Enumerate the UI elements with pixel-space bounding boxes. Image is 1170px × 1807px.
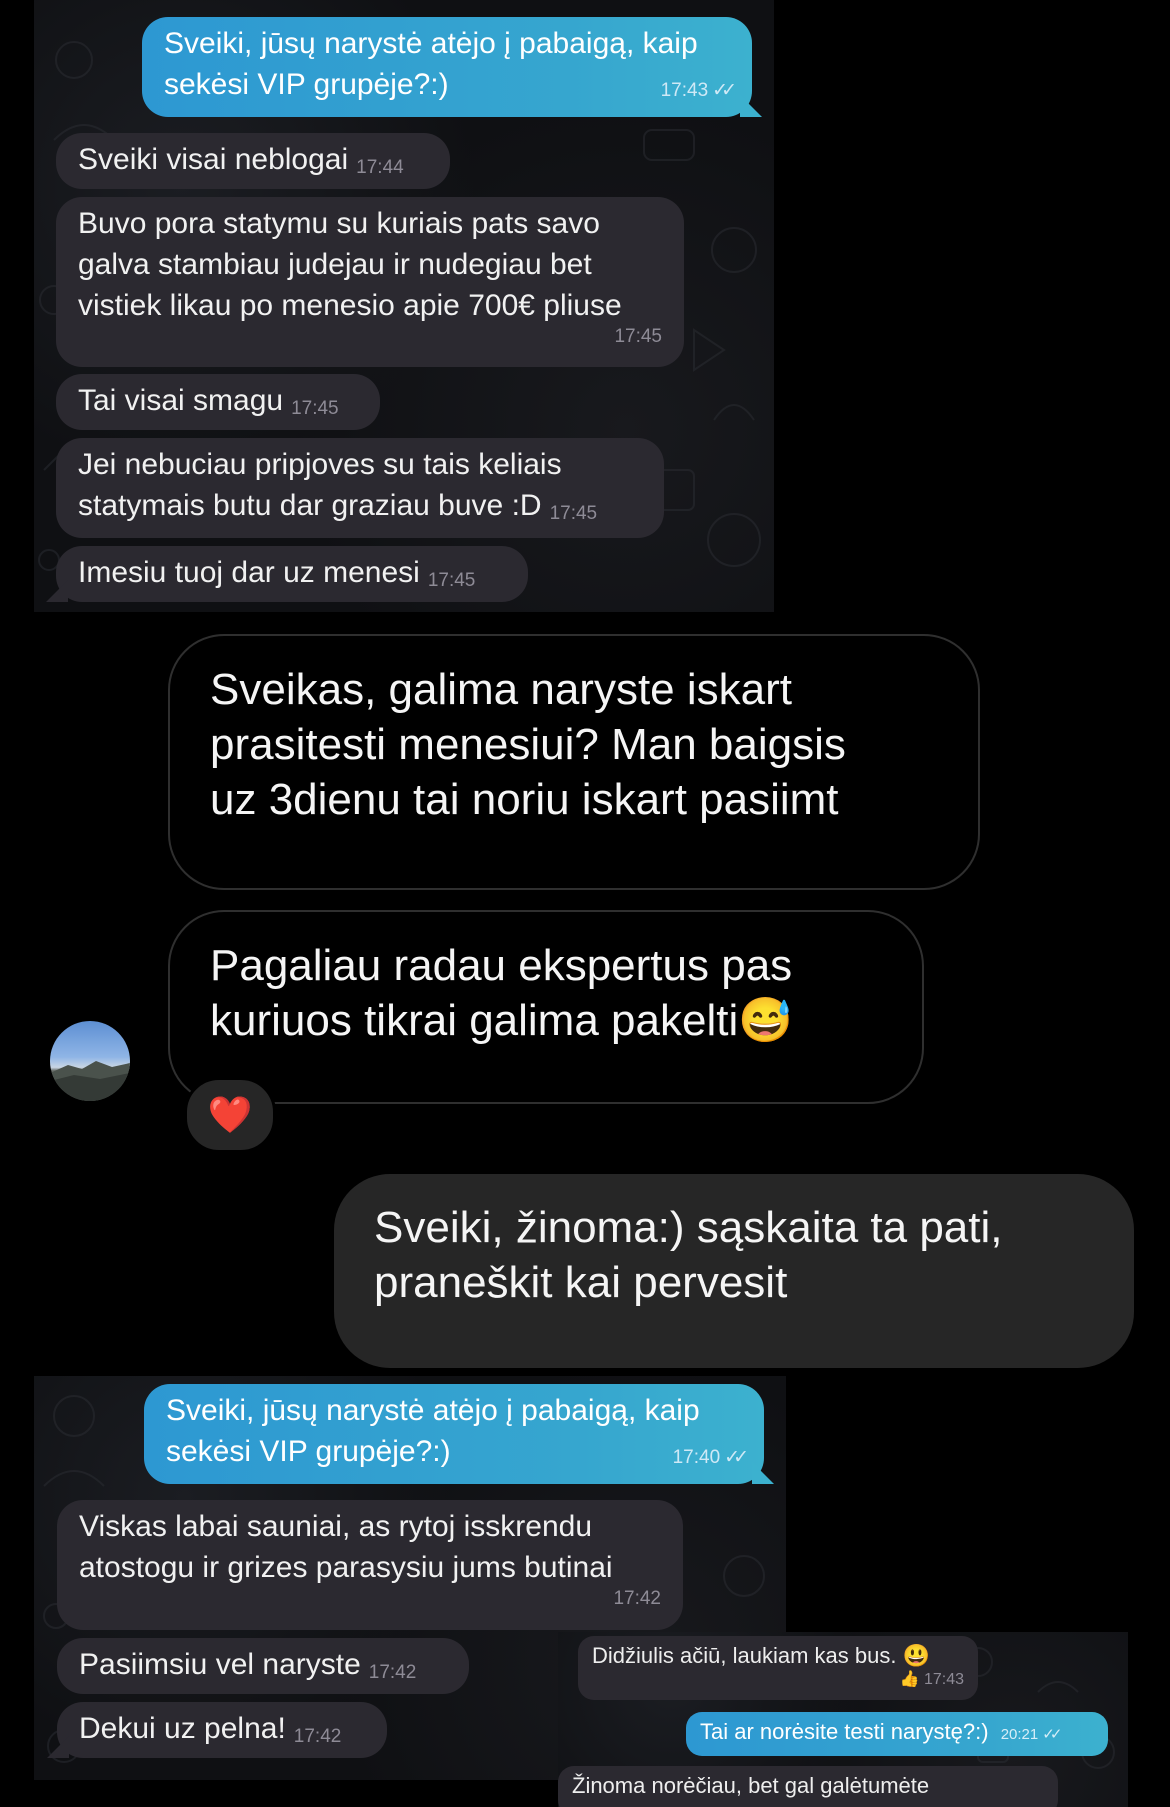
message-text: Dekui uz pelna! bbox=[79, 1712, 286, 1745]
message-incoming[interactable]: Buvo pora statymu su kuriais pats savo g… bbox=[56, 197, 684, 367]
message-text-line: Pagaliau radau ekspertus pas bbox=[210, 941, 793, 990]
message-text: Sveiki visai neblogai bbox=[78, 143, 349, 176]
message-text-line: sekėsi VIP grupėje?:) bbox=[166, 1435, 451, 1468]
message-incoming[interactable]: Tai visai smagu 17:45 bbox=[56, 374, 380, 430]
message-text-line: praneškit kai pervesit bbox=[374, 1258, 788, 1307]
message-time: 17:42 bbox=[293, 1726, 342, 1747]
message-text-line: galva stambiau judejau ir nudegiau bet bbox=[78, 248, 592, 281]
double-check-icon: ✓✓ bbox=[712, 80, 737, 101]
avatar[interactable] bbox=[50, 1021, 130, 1101]
message-time: 17:45 bbox=[427, 570, 476, 591]
message-text-line: uz 3dienu tai noriu iskart pasiimt bbox=[210, 775, 839, 824]
double-check-icon: ✓✓ bbox=[724, 1447, 749, 1468]
thumbs-up-icon[interactable]: 👍 bbox=[900, 1671, 920, 1688]
message-time: 17:45 bbox=[614, 326, 662, 347]
message-time: 17:45 bbox=[291, 398, 339, 419]
message-outgoing[interactable]: Tai ar norėsite testi narystę?:) 20:21 ✓✓ bbox=[686, 1712, 1108, 1756]
message-time: 20:21 ✓✓ bbox=[1001, 1726, 1063, 1743]
message-text-line: atostogu ir grizes parasysiu jums butina… bbox=[79, 1551, 613, 1584]
top-chat-panel: Sveiki, jūsų narystė atėjo į pabaigą, ka… bbox=[34, 0, 774, 612]
right-chat-panel: Didžiulis ačiū, laukiam kas bus. 😃 👍 17:… bbox=[558, 1632, 1128, 1807]
message-incoming[interactable]: Dekui uz pelna! 17:42 bbox=[57, 1702, 387, 1758]
message-incoming[interactable]: Sveiki visai neblogai 17:44 bbox=[56, 133, 450, 189]
message-text: Tai visai smagu bbox=[78, 384, 284, 417]
message-text-line: sekėsi VIP grupėje?:) bbox=[164, 68, 449, 101]
message-outgoing[interactable]: Sveiki, jūsų narystė atėjo į pabaigą, ka… bbox=[144, 1384, 764, 1484]
message-time: 17:45 bbox=[549, 503, 598, 524]
message-incoming[interactable]: Pasiimsiu vel naryste 17:42 bbox=[57, 1638, 469, 1694]
smile-emoji: 😃 bbox=[902, 1643, 930, 1668]
ig-message-incoming[interactable]: Pagaliau radau ekspertus pas kuriuos tik… bbox=[168, 910, 924, 1104]
ig-message-outgoing[interactable]: Sveiki, žinoma:) sąskaita ta pati, prane… bbox=[334, 1174, 1134, 1368]
message-text-line: Buvo pora statymu su kuriais pats savo bbox=[78, 207, 600, 240]
message-incoming[interactable]: Žinoma norėčiau, bet gal galėtumėte bbox=[558, 1766, 1058, 1807]
message-incoming[interactable]: Didžiulis ačiū, laukiam kas bus. 😃 👍 17:… bbox=[578, 1636, 978, 1700]
message-text-line: Didžiulis ačiū, laukiam kas bus. 😃 bbox=[592, 1643, 930, 1668]
message-text-line: prasitesti menesiui? Man baigsis bbox=[210, 720, 846, 769]
message-text: Žinoma norėčiau, bet gal galėtumėte bbox=[572, 1773, 930, 1798]
message-text-line: Sveiki, žinoma:) sąskaita ta pati, bbox=[374, 1203, 1003, 1252]
message-time: 17:40 ✓✓ bbox=[673, 1437, 749, 1478]
message-text-line: Viskas labai sauniai, as rytoj isskrendu bbox=[79, 1510, 593, 1543]
message-incoming[interactable]: Viskas labai sauniai, as rytoj isskrendu… bbox=[57, 1500, 683, 1630]
message-time: 17:43 ✓✓ bbox=[661, 70, 737, 111]
message-text-line: Sveikas, galima naryste iskart bbox=[210, 665, 792, 714]
message-text: Tai ar norėsite testi narystę?:) bbox=[700, 1719, 989, 1744]
message-incoming[interactable]: Jei nebuciau pripjoves su tais keliais s… bbox=[56, 438, 664, 538]
message-time: 17:42 bbox=[613, 1588, 661, 1609]
message-text-line: Sveiki, jūsų narystė atėjo į pabaigą, ka… bbox=[166, 1394, 700, 1427]
message-incoming[interactable]: Imesiu tuoj dar uz menesi 17:45 bbox=[56, 546, 528, 602]
message-text: Pasiimsiu vel naryste bbox=[79, 1648, 361, 1681]
message-text-line: Sveiki, jūsų narystė atėjo į pabaigą, ka… bbox=[164, 27, 698, 60]
message-time: 17:44 bbox=[356, 157, 404, 178]
reaction-heart[interactable]: ❤️ bbox=[184, 1077, 276, 1153]
ig-message-incoming[interactable]: Sveikas, galima naryste iskart prasitest… bbox=[168, 634, 980, 890]
message-text: Imesiu tuoj dar uz menesi bbox=[78, 556, 420, 589]
message-text-line: kuriuos tikrai galima pakelti😅 bbox=[210, 996, 794, 1045]
message-time: 17:43 bbox=[923, 1671, 964, 1688]
sweat-smile-emoji: 😅 bbox=[738, 996, 794, 1045]
message-text-line: statymais butu dar graziau buve :D 17:45 bbox=[78, 489, 598, 524]
avatar-landscape-image bbox=[50, 1061, 130, 1101]
heart-icon: ❤️ bbox=[207, 1094, 253, 1135]
message-outgoing[interactable]: Sveiki, jūsų narystė atėjo į pabaigą, ka… bbox=[142, 17, 752, 117]
message-text-line: vistiek likau po menesio apie 700€ plius… bbox=[78, 289, 622, 322]
message-text-line: Jei nebuciau pripjoves su tais keliais bbox=[78, 448, 562, 481]
message-time: 17:42 bbox=[368, 1662, 417, 1683]
message-meta: 👍 17:43 bbox=[592, 1670, 964, 1690]
double-check-icon: ✓✓ bbox=[1042, 1726, 1062, 1743]
